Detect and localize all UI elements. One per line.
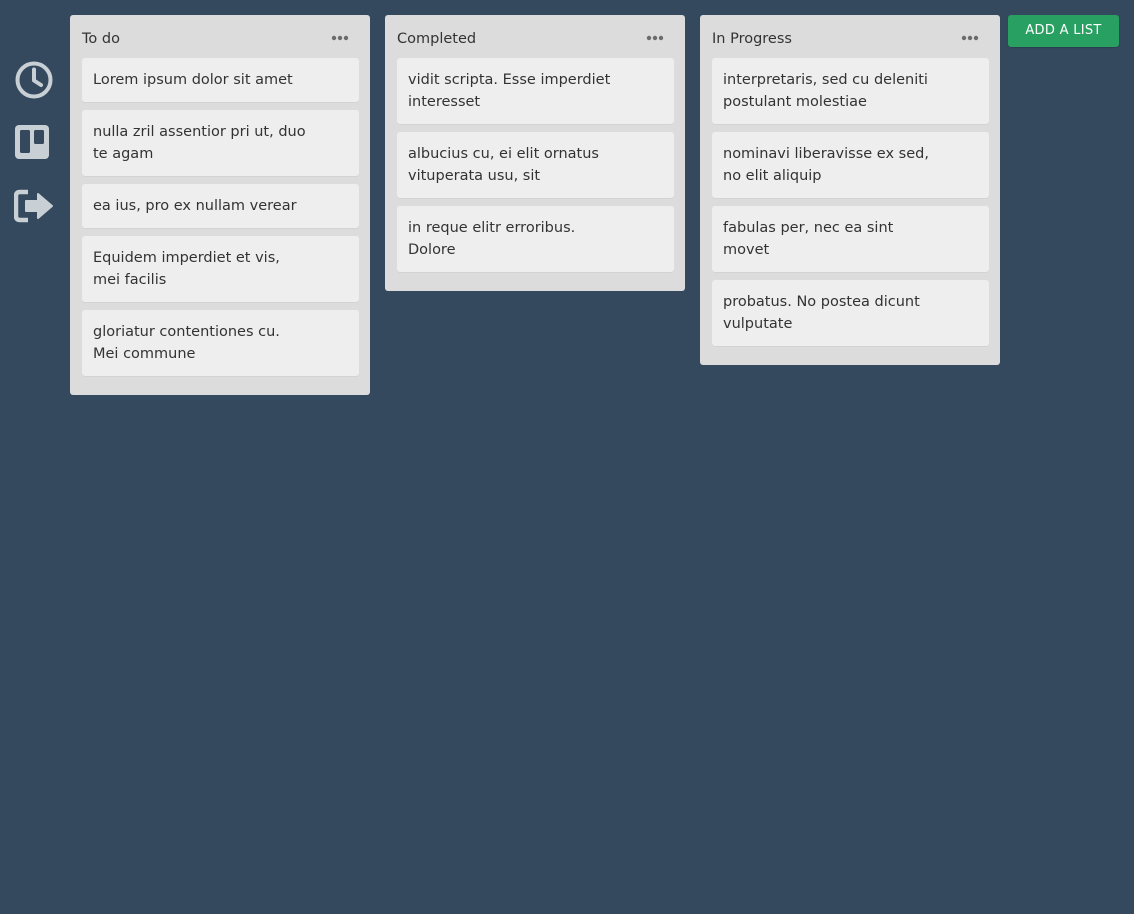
- ellipsis-icon: [961, 35, 979, 41]
- list-title[interactable]: To do: [82, 30, 120, 48]
- card[interactable]: probatus. No postea dicunt vulputate: [712, 280, 989, 346]
- list-menu-button[interactable]: [646, 27, 664, 49]
- card-text: interpretaris, sed cu deleniti postulant…: [723, 72, 928, 110]
- list-title[interactable]: Completed: [397, 30, 476, 48]
- board-icon: [14, 122, 54, 162]
- ellipsis-icon: [331, 35, 349, 41]
- list-header: Completed: [397, 15, 674, 58]
- card[interactable]: in reque elitr erroribus. Dolore: [397, 206, 674, 272]
- card[interactable]: nulla zril assentior pri ut, duo te agam: [82, 110, 359, 176]
- clock-icon: [14, 60, 54, 100]
- add-list-button[interactable]: ADD A LIST: [1008, 15, 1119, 47]
- card[interactable]: fabulas per, nec ea sint movet: [712, 206, 989, 272]
- card-text: in reque elitr erroribus. Dolore: [408, 220, 576, 258]
- list-menu-button[interactable]: [331, 27, 349, 49]
- boards-button[interactable]: [14, 122, 54, 162]
- list-menu-button[interactable]: [961, 27, 979, 49]
- card[interactable]: Equidem imperdiet et vis, mei facilis: [82, 236, 359, 302]
- card[interactable]: albucius cu, ei elit ornatus vituperata …: [397, 132, 674, 198]
- list-header: To do: [82, 15, 359, 58]
- sidebar: [0, 0, 70, 914]
- card-text: gloriatur contentiones cu. Mei commune: [93, 324, 280, 362]
- card[interactable]: interpretaris, sed cu deleniti postulant…: [712, 58, 989, 124]
- card-text: fabulas per, nec ea sint movet: [723, 220, 894, 258]
- sign-out-button[interactable]: [14, 186, 54, 226]
- card[interactable]: vidit scripta. Esse imperdiet interesset: [397, 58, 674, 124]
- card-text: vidit scripta. Esse imperdiet interesset: [408, 72, 611, 110]
- card-text: probatus. No postea dicunt vulputate: [723, 294, 920, 332]
- sign-out-icon: [14, 186, 54, 226]
- list-in-progress: In Progress interpretaris, sed cu deleni…: [700, 15, 1000, 365]
- ellipsis-icon: [646, 35, 664, 41]
- card-text: nominavi liberavisse ex sed, no elit ali…: [723, 146, 929, 184]
- list-completed: Completed vidit scripta. Esse imperdiet …: [385, 15, 685, 291]
- card-text: ea ius, pro ex nullam verear: [93, 198, 297, 214]
- card-text: nulla zril assentior pri ut, duo te agam: [93, 124, 306, 162]
- list-title[interactable]: In Progress: [712, 30, 792, 48]
- card[interactable]: Lorem ipsum dolor sit amet: [82, 58, 359, 102]
- card-text: albucius cu, ei elit ornatus vituperata …: [408, 146, 599, 184]
- list-header: In Progress: [712, 15, 989, 58]
- list-to-do: To do Lorem ipsum dolor sit amet nulla z…: [70, 15, 370, 395]
- card[interactable]: nominavi liberavisse ex sed, no elit ali…: [712, 132, 989, 198]
- card[interactable]: gloriatur contentiones cu. Mei commune: [82, 310, 359, 376]
- card-text: Lorem ipsum dolor sit amet: [93, 72, 293, 88]
- card-text: Equidem imperdiet et vis, mei facilis: [93, 250, 280, 288]
- board: To do Lorem ipsum dolor sit amet nulla z…: [70, 15, 1015, 395]
- recent-button[interactable]: [14, 60, 54, 100]
- card[interactable]: ea ius, pro ex nullam verear: [82, 184, 359, 228]
